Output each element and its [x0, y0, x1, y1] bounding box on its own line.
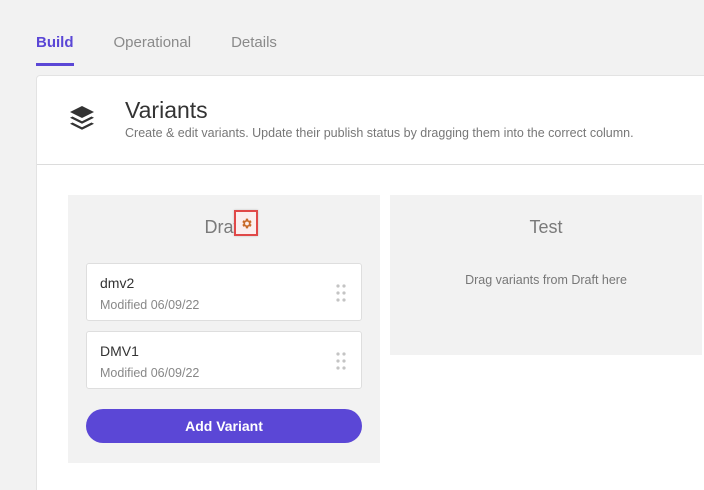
variants-card: Variants Create & edit variants. Update … [36, 75, 704, 490]
page-title: Variants [125, 97, 208, 123]
test-column: Test Drag variants from Draft here [390, 195, 702, 355]
page: Build Operational Details Variants Creat… [0, 0, 704, 490]
variant-modified: Modified 06/09/22 [100, 298, 200, 312]
tab-bar: Build Operational Details [36, 34, 277, 66]
drag-handle-icon[interactable] [335, 283, 347, 303]
drag-handle-icon[interactable] [335, 351, 347, 371]
variant-name: DMV1 [100, 343, 139, 359]
tab-build[interactable]: Build [36, 34, 74, 66]
variant-name: dmv2 [100, 275, 135, 291]
layers-icon [70, 106, 94, 130]
tab-operational[interactable]: Operational [114, 34, 192, 61]
draft-column-title: Draft [68, 217, 380, 238]
variant-card-dmv2[interactable]: dmv2 Modified 06/09/22 [86, 263, 362, 321]
gear-icon [241, 218, 252, 228]
add-variant-button[interactable]: Add Variant [86, 409, 362, 443]
test-empty-hint: Drag variants from Draft here [465, 273, 627, 287]
draft-column: Draft dmv2 Modified 06/09/22 DMV1 Modifi… [68, 195, 380, 463]
variant-modified: Modified 06/09/22 [100, 366, 200, 380]
draft-settings-button[interactable] [234, 210, 258, 236]
page-subtitle: Create & edit variants. Update their pub… [125, 126, 634, 140]
tab-details[interactable]: Details [231, 34, 277, 61]
test-column-title: Test [529, 217, 563, 237]
card-header: Variants Create & edit variants. Update … [37, 76, 704, 165]
variant-card-dmv1[interactable]: DMV1 Modified 06/09/22 [86, 331, 362, 389]
